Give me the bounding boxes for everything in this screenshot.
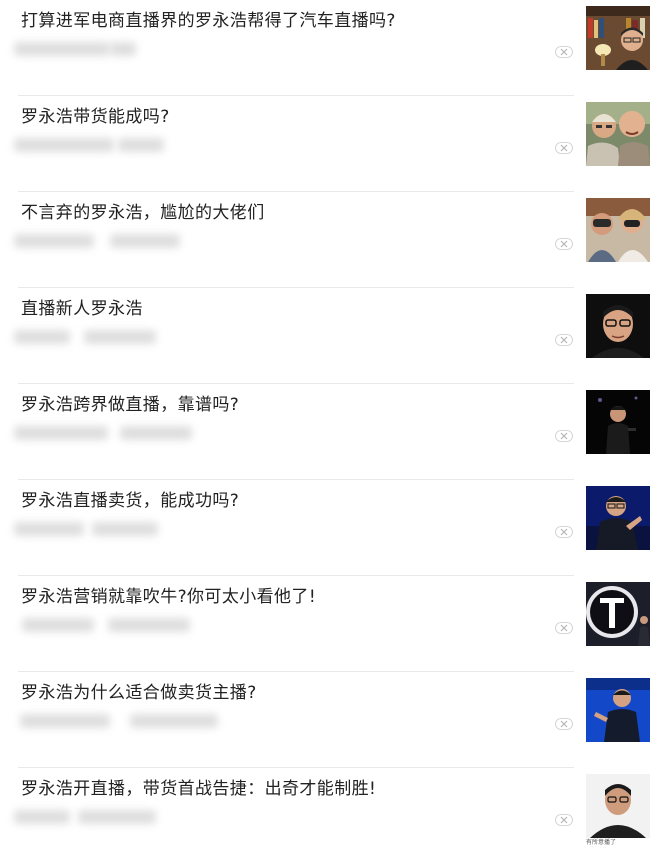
- feed-item-title[interactable]: 罗永浩营销就靠吹牛?你可太小看他了!: [21, 585, 316, 609]
- dismiss-button[interactable]: [555, 718, 573, 730]
- dismiss-button[interactable]: [555, 142, 573, 154]
- feed-item-title[interactable]: 罗永浩带货能成吗?: [21, 105, 170, 129]
- photo-speaker-blue-stage-icon: [586, 486, 650, 550]
- dismiss-button[interactable]: [555, 526, 573, 538]
- close-icon: [560, 336, 568, 344]
- feed-item[interactable]: 打算进军电商直播界的罗永浩帮得了汽车直播吗?: [0, 0, 671, 96]
- dismiss-button[interactable]: [555, 814, 573, 826]
- photo-two-bald-men-icon: [586, 102, 650, 166]
- dismiss-button[interactable]: [555, 334, 573, 346]
- blurred-source-meta: [14, 231, 194, 251]
- photo-people-binoculars-icon: [586, 198, 650, 262]
- thumbnail[interactable]: [586, 390, 650, 454]
- feed-item[interactable]: 罗永浩直播卖货，能成功吗?: [0, 480, 671, 576]
- feed-item-title[interactable]: 罗永浩跨界做直播，靠谱吗?: [21, 393, 239, 417]
- blurred-source-meta: [14, 807, 194, 827]
- thumbnail[interactable]: [586, 294, 650, 358]
- feed-item-title[interactable]: 罗永浩为什么适合做卖货主播?: [21, 681, 257, 705]
- feed-item-title[interactable]: 罗永浩开直播，带货首战告捷：出奇才能制胜!: [21, 777, 376, 801]
- close-icon: [560, 48, 568, 56]
- blurred-source-meta: [14, 519, 194, 539]
- dismiss-button[interactable]: [555, 238, 573, 250]
- photo-speaker-blue-background-icon: [586, 678, 650, 742]
- photo-t-logo-stage-icon: [586, 582, 650, 646]
- blurred-source-meta: [14, 423, 194, 443]
- photo-man-glasses-dark-icon: [586, 294, 650, 358]
- dismiss-button[interactable]: [555, 622, 573, 634]
- photo-man-bookshelf-icon: [586, 6, 650, 70]
- thumbnail[interactable]: [586, 582, 650, 646]
- feed-item-title[interactable]: 直播新人罗永浩: [21, 297, 143, 321]
- feed-item[interactable]: 罗永浩跨界做直播，靠谱吗?: [0, 384, 671, 480]
- blurred-source-meta: [14, 615, 194, 635]
- feed-item-title[interactable]: 罗永浩直播卖货，能成功吗?: [21, 489, 239, 513]
- blurred-source-meta: [14, 39, 194, 59]
- feed-item[interactable]: 罗永浩为什么适合做卖货主播?: [0, 672, 671, 768]
- feed-item[interactable]: 罗永浩带货能成吗?: [0, 96, 671, 192]
- close-icon: [560, 528, 568, 536]
- feed-item[interactable]: 不言弃的罗永浩，尴尬的大佬们: [0, 192, 671, 288]
- dismiss-button[interactable]: [555, 430, 573, 442]
- thumbnail[interactable]: [586, 102, 650, 166]
- blurred-source-meta: [14, 711, 218, 731]
- dismiss-button[interactable]: [555, 46, 573, 58]
- close-icon: [560, 720, 568, 728]
- thumbnail[interactable]: [586, 774, 650, 838]
- blurred-source-meta: [14, 327, 194, 347]
- feed-item-title[interactable]: 打算进军电商直播界的罗永浩帮得了汽车直播吗?: [21, 9, 396, 33]
- article-feed: 打算进军电商直播界的罗永浩帮得了汽车直播吗? 罗永浩带货能成吗? 不言弃的罗永浩…: [0, 0, 671, 864]
- feed-item[interactable]: 罗永浩开直播，带货首战告捷：出奇才能制胜! 有所意播了: [0, 768, 671, 864]
- close-icon: [560, 624, 568, 632]
- thumbnail[interactable]: [586, 678, 650, 742]
- thumbnail-caption: 有所意播了: [586, 839, 617, 846]
- close-icon: [560, 816, 568, 824]
- close-icon: [560, 432, 568, 440]
- blurred-source-meta: [14, 135, 194, 155]
- thumbnail[interactable]: [586, 486, 650, 550]
- close-icon: [560, 144, 568, 152]
- photo-stage-speaker-icon: [586, 390, 650, 454]
- thumbnail[interactable]: [586, 6, 650, 70]
- photo-man-portrait-white-icon: [586, 774, 650, 838]
- feed-item[interactable]: 直播新人罗永浩: [0, 288, 671, 384]
- feed-item-title[interactable]: 不言弃的罗永浩，尴尬的大佬们: [21, 201, 265, 225]
- close-icon: [560, 240, 568, 248]
- feed-item[interactable]: 罗永浩营销就靠吹牛?你可太小看他了!: [0, 576, 671, 672]
- thumbnail[interactable]: [586, 198, 650, 262]
